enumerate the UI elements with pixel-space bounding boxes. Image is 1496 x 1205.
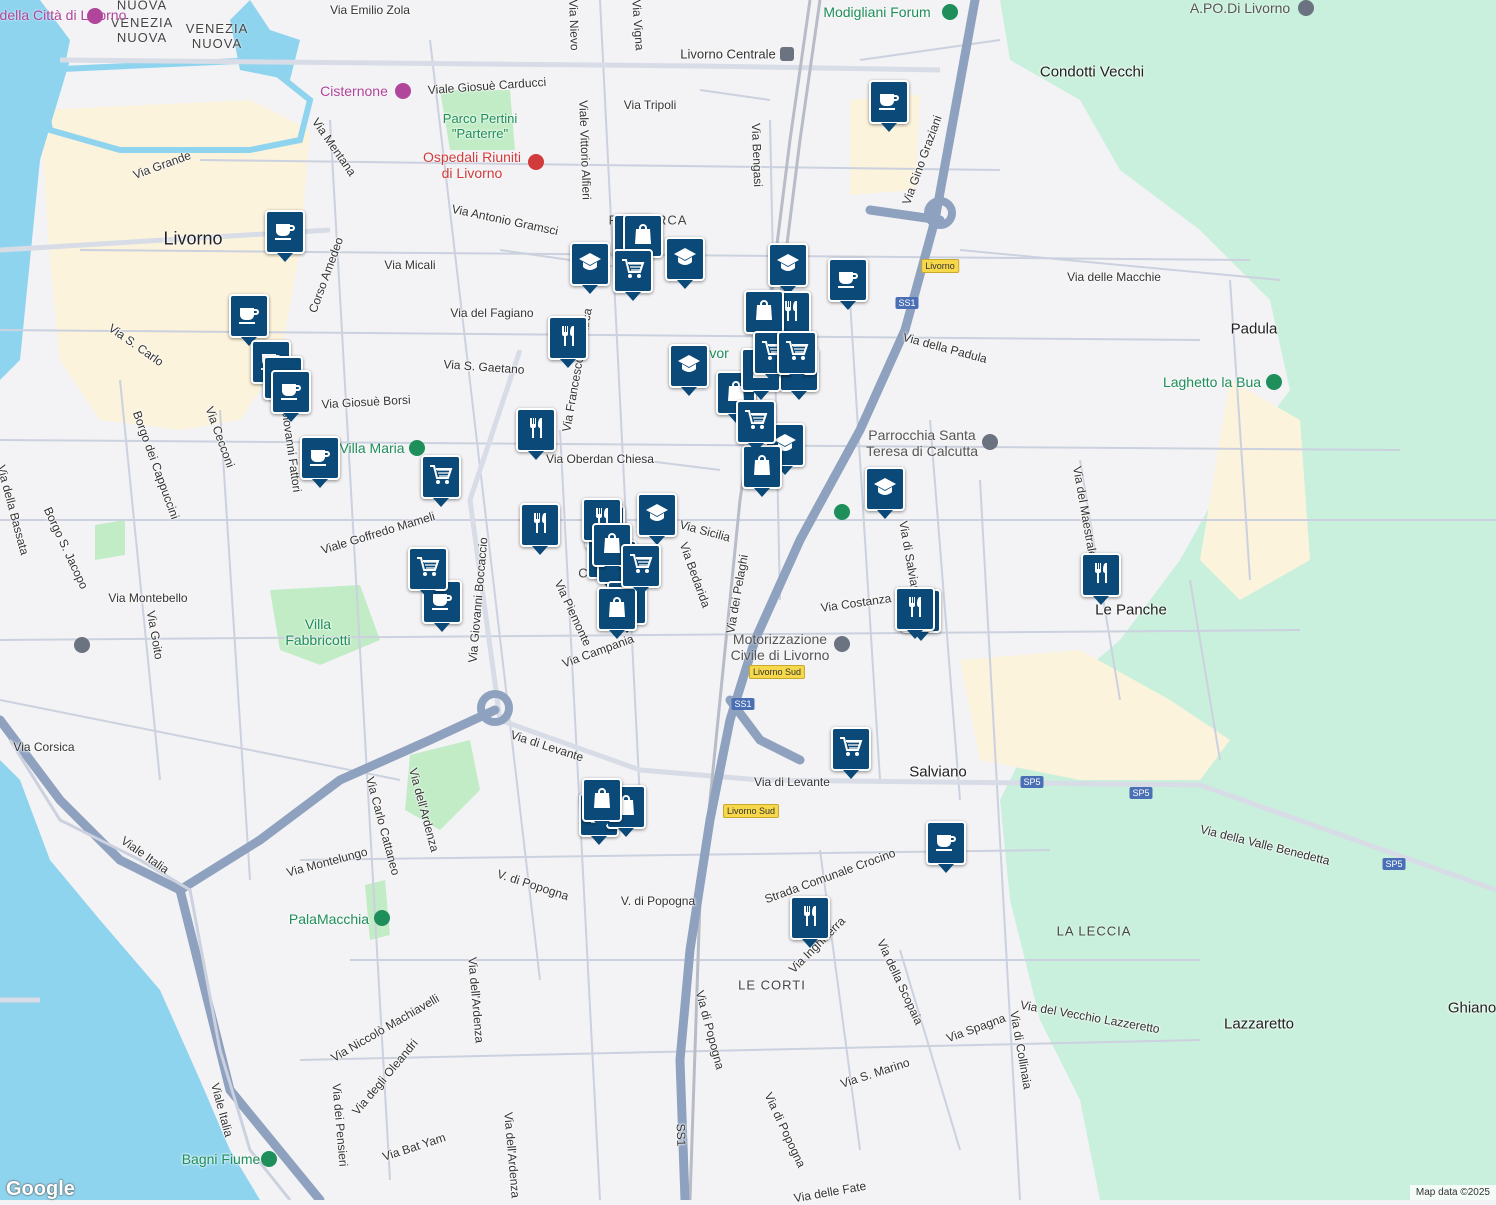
- grocery-icon: [785, 339, 809, 368]
- shopping-icon: [590, 786, 614, 815]
- restaurant-marker[interactable]: [516, 408, 556, 460]
- map-attribution: Map data ©2025: [1409, 1185, 1496, 1200]
- grocery-marker[interactable]: [421, 455, 461, 507]
- park-icon[interactable]: [1266, 374, 1282, 390]
- museum-icon[interactable]: [395, 83, 411, 99]
- cafe-icon: [934, 829, 958, 858]
- school-icon: [645, 501, 669, 530]
- highway-shield: SP5: [1020, 776, 1044, 788]
- grocery-icon: [839, 735, 863, 764]
- school-icon: [673, 245, 697, 274]
- cafe-marker[interactable]: [926, 821, 966, 873]
- cafe-icon: [237, 302, 261, 331]
- school-marker[interactable]: [570, 242, 610, 294]
- school-marker[interactable]: [637, 493, 677, 545]
- stadium-icon[interactable]: [942, 4, 958, 20]
- cafe-marker[interactable]: [271, 370, 311, 422]
- highway-shield: SS1: [731, 698, 755, 710]
- shopping-icon: [605, 595, 629, 624]
- school-marker[interactable]: [768, 243, 808, 295]
- highway-shield: SP5: [1129, 787, 1153, 799]
- cafe-marker[interactable]: [229, 294, 269, 346]
- school-icon: [776, 251, 800, 280]
- museum-icon[interactable]: [87, 8, 103, 24]
- shopping-icon: [631, 222, 655, 251]
- restaurant-marker[interactable]: [1081, 553, 1121, 605]
- stadium-icon[interactable]: [374, 910, 390, 926]
- exit-shield: Livorno: [921, 259, 959, 273]
- school-icon: [578, 250, 602, 279]
- train-station-icon[interactable]: [780, 47, 794, 61]
- exit-shield: Livorno Sud: [748, 665, 806, 679]
- highway-shield: SS1: [895, 297, 919, 309]
- restaurant-icon: [528, 511, 552, 540]
- place-icon[interactable]: [1298, 0, 1314, 16]
- cafe-marker[interactable]: [300, 436, 340, 488]
- grocery-marker[interactable]: [613, 249, 653, 301]
- school-icon: [677, 352, 701, 381]
- grocery-marker[interactable]: [831, 727, 871, 779]
- shopping-icon: [750, 453, 774, 482]
- school-marker[interactable]: [865, 467, 905, 519]
- restaurant-icon: [556, 324, 580, 353]
- restaurant-marker[interactable]: [895, 587, 935, 639]
- grocery-marker[interactable]: [777, 331, 817, 383]
- shopping-marker[interactable]: [582, 778, 622, 830]
- restaurant-icon: [798, 904, 822, 933]
- grocery-icon: [416, 555, 440, 584]
- government-icon[interactable]: [74, 637, 90, 653]
- school-marker[interactable]: [665, 237, 705, 289]
- beach-icon[interactable]: [261, 1151, 277, 1167]
- google-logo: Google: [6, 1178, 75, 1200]
- cafe-icon: [836, 266, 860, 295]
- grocery-marker[interactable]: [621, 544, 661, 596]
- cafe-marker[interactable]: [869, 80, 909, 132]
- church-icon[interactable]: [982, 434, 998, 450]
- cafe-icon: [877, 88, 901, 117]
- school-marker[interactable]: [669, 344, 709, 396]
- school-icon: [873, 475, 897, 504]
- cafe-icon: [308, 444, 332, 473]
- cafe-icon: [279, 378, 303, 407]
- cafe-marker[interactable]: [265, 210, 305, 262]
- shopping-marker[interactable]: [744, 290, 784, 342]
- restaurant-icon: [903, 595, 927, 624]
- restaurant-marker[interactable]: [790, 896, 830, 948]
- shopping-icon: [752, 298, 776, 327]
- grocery-icon: [744, 408, 768, 437]
- park-icon[interactable]: [409, 440, 425, 456]
- grocery-icon: [621, 257, 645, 286]
- government-icon[interactable]: [834, 636, 850, 652]
- shopping-marker[interactable]: [597, 587, 637, 639]
- green-place-icon[interactable]: [834, 504, 850, 520]
- restaurant-icon: [524, 416, 548, 445]
- hospital-icon[interactable]: [528, 154, 544, 170]
- cafe-marker[interactable]: [828, 258, 868, 310]
- exit-shield: Livorno Sud: [722, 804, 780, 818]
- grocery-marker[interactable]: [736, 400, 776, 452]
- grocery-icon: [429, 463, 453, 492]
- restaurant-marker[interactable]: [548, 316, 588, 368]
- grocery-marker[interactable]: [408, 547, 448, 599]
- highway-shield: SP5: [1382, 858, 1406, 870]
- restaurant-marker[interactable]: [520, 503, 560, 555]
- grocery-icon: [629, 552, 653, 581]
- cafe-icon: [273, 218, 297, 247]
- map-canvas[interactable]: [0, 0, 1496, 1200]
- restaurant-icon: [1089, 561, 1113, 590]
